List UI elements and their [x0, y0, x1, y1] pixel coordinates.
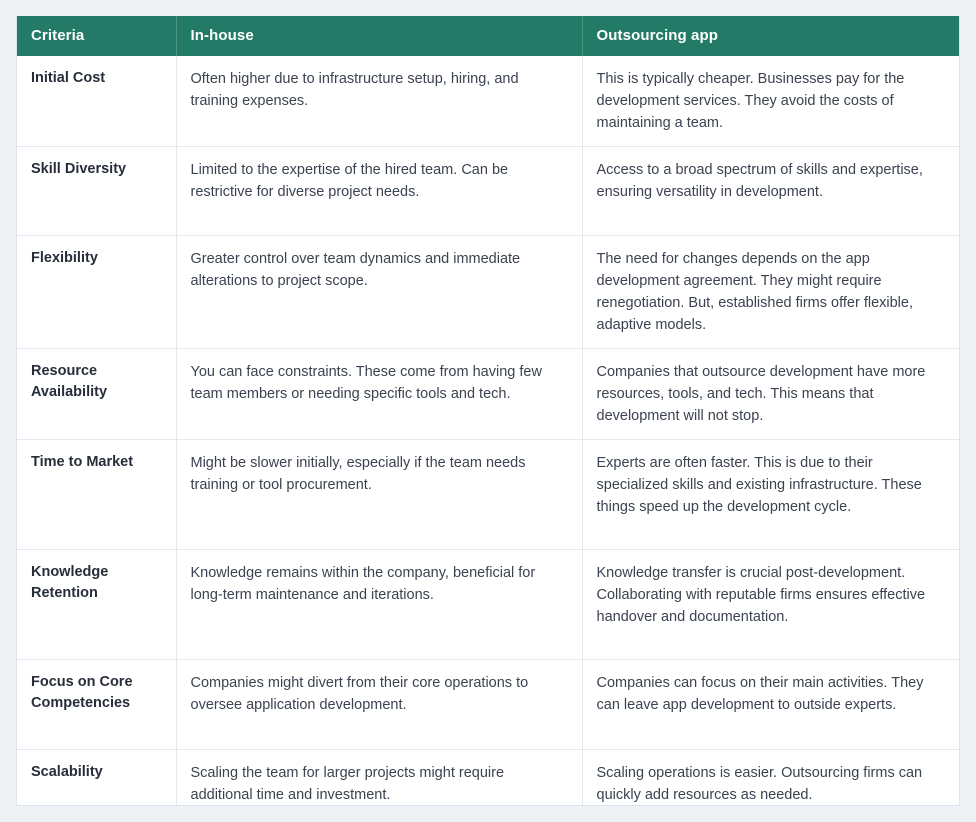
cell-criteria: Flexibility: [17, 235, 177, 349]
table-row: Knowledge Retention Knowledge remains wi…: [17, 549, 959, 660]
cell-in-house: Knowledge remains within the company, be…: [176, 549, 583, 660]
table-row: Flexibility Greater control over team dy…: [17, 235, 959, 349]
cell-criteria: Resource Availability: [17, 348, 177, 440]
cell-criteria: Skill Diversity: [17, 146, 177, 236]
comparison-table-container: Criteria In-house Outsourcing app Initia…: [16, 16, 960, 806]
cell-outsourcing: Experts are often faster. This is due to…: [582, 439, 959, 550]
column-header-criteria: Criteria: [17, 16, 177, 56]
table-header-row: Criteria In-house Outsourcing app: [17, 16, 959, 56]
cell-outsourcing: Companies can focus on their main activi…: [582, 659, 959, 750]
cell-outsourcing: This is typically cheaper. Businesses pa…: [596, 71, 905, 132]
column-header-in-house: In-house: [176, 16, 583, 56]
table-row: Scalability Scaling the team for larger …: [17, 749, 959, 805]
table-row: Resource Availability You can face const…: [17, 348, 959, 440]
cell-in-house: Limited to the expertise of the hired te…: [176, 146, 583, 236]
table-row: Skill Diversity Limited to the expertise…: [17, 146, 959, 236]
cell-outsourcing: Companies that outsource development hav…: [582, 348, 959, 440]
cell-criteria: Focus on Core Competencies: [17, 659, 177, 750]
table-row: Time to Market Might be slower initially…: [17, 439, 959, 550]
cell-in-house: You can face constraints. These come fro…: [176, 348, 583, 440]
comparison-table: Criteria In-house Outsourcing app Initia…: [17, 16, 959, 805]
cell-criteria: Knowledge Retention: [17, 549, 177, 660]
cell-in-house: Scaling the team for larger projects mig…: [176, 749, 583, 805]
table-row: Focus on Core Competencies Companies mig…: [17, 659, 959, 750]
cell-criteria: Scalability: [17, 749, 177, 805]
page-root: Criteria In-house Outsourcing app Initia…: [0, 0, 976, 822]
table-body: Initial Cost Often higher due to infrast…: [17, 56, 959, 805]
cell-outsourcing: The need for changes depends on the app …: [582, 235, 959, 349]
cell-in-house: Often higher due to infrastructure setup…: [176, 56, 583, 147]
cell-outsourcing: Access to a broad spectrum of skills and…: [582, 146, 959, 236]
table-header: Criteria In-house Outsourcing app: [17, 16, 959, 56]
cell-in-house: Companies might divert from their core o…: [176, 659, 583, 750]
table-row: Initial Cost Often higher due to infrast…: [17, 56, 959, 147]
cell-criteria: Initial Cost: [17, 56, 177, 147]
cell-outsourcing: Knowledge transfer is crucial post-devel…: [582, 549, 959, 660]
column-header-outsourcing-app: Outsourcing app: [582, 16, 959, 56]
cell-criteria: Time to Market: [17, 439, 177, 550]
cell-in-house: Might be slower initially, especially if…: [176, 439, 583, 550]
cell-outsourcing: Scaling operations is easier. Outsourcin…: [582, 749, 959, 805]
cell-in-house: Greater control over team dynamics and i…: [176, 235, 583, 349]
